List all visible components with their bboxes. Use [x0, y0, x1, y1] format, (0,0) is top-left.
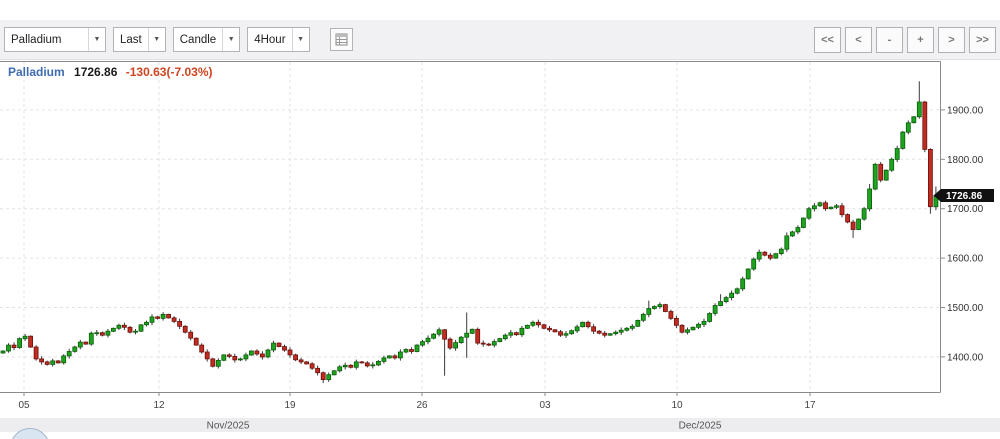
fast-backward-button[interactable]: <<	[814, 27, 841, 53]
svg-text:1800.00: 1800.00	[947, 155, 984, 166]
interval-dropdown-value: 4Hour	[248, 34, 291, 46]
svg-text:19: 19	[284, 400, 296, 411]
svg-text:1400.00: 1400.00	[947, 352, 984, 363]
svg-text:1700.00: 1700.00	[947, 204, 984, 215]
zoom-in-button[interactable]: +	[907, 27, 934, 53]
data-table-icon	[335, 33, 348, 46]
step-forward-button[interactable]: >	[938, 27, 965, 53]
price-field-dropdown-value: Last	[114, 34, 148, 46]
zoom-out-button[interactable]: -	[876, 27, 903, 53]
price-chart[interactable]: Palladium 1726.86 -130.63(-7.03%) 1400.0…	[0, 60, 1000, 439]
step-backward-button[interactable]: <	[845, 27, 872, 53]
fast-forward-button[interactable]: >>	[969, 27, 996, 53]
chart-style-dropdown-value: Candle	[174, 34, 222, 46]
chevron-down-icon: ▼	[88, 28, 105, 51]
chevron-down-icon: ▼	[148, 28, 165, 51]
toolbar-left-group: Palladium ▼ Last ▼ Candle ▼ 4Hour ▼	[4, 27, 353, 52]
chart-change-label: -130.63(-7.03%)	[126, 65, 213, 79]
svg-text:1726.86: 1726.86	[946, 191, 983, 202]
data-table-button[interactable]	[330, 28, 353, 51]
svg-text:05: 05	[18, 400, 30, 411]
price-field-dropdown[interactable]: Last ▼	[113, 27, 166, 52]
svg-text:10: 10	[671, 400, 683, 411]
candlestick-plot[interactable]: 1400.00 1500.00 1600.00 1700.00 1800.00 1900.…	[0, 60, 1000, 439]
symbol-dropdown-value: Palladium	[5, 34, 88, 46]
svg-text:1500.00: 1500.00	[947, 303, 984, 314]
chart-legend: Palladium 1726.86 -130.63(-7.03%)	[8, 65, 212, 79]
chart-last-price: 1726.86	[74, 65, 117, 79]
svg-text:03: 03	[539, 400, 551, 411]
symbol-dropdown[interactable]: Palladium ▼	[4, 27, 106, 52]
svg-text:1900.00: 1900.00	[947, 105, 984, 116]
interval-dropdown[interactable]: 4Hour ▼	[247, 27, 309, 52]
chevron-down-icon: ▼	[222, 28, 239, 51]
toolbar-nav-group: << < - + > >>	[810, 27, 996, 53]
svg-text:Dec/2025: Dec/2025	[679, 421, 722, 432]
chart-symbol-label: Palladium	[8, 65, 65, 79]
svg-text:26: 26	[416, 400, 428, 411]
chart-toolbar: Palladium ▼ Last ▼ Candle ▼ 4Hour ▼ << <	[0, 20, 1000, 60]
svg-text:12: 12	[153, 400, 165, 411]
chevron-down-icon: ▼	[292, 28, 309, 51]
chart-style-dropdown[interactable]: Candle ▼	[173, 27, 240, 52]
svg-text:17: 17	[804, 400, 816, 411]
svg-text:1600.00: 1600.00	[947, 254, 984, 265]
svg-text:Nov/2025: Nov/2025	[207, 421, 250, 432]
